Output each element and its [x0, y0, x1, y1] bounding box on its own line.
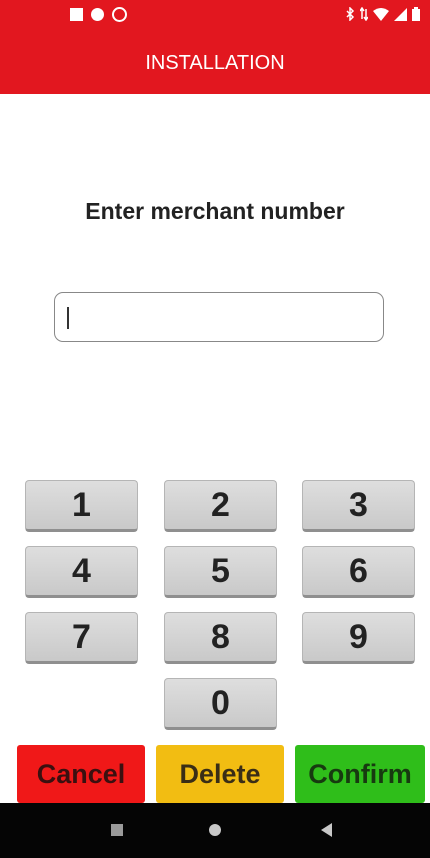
delete-button[interactable]: Delete: [156, 745, 284, 803]
key-9[interactable]: 9: [302, 612, 415, 664]
key-3[interactable]: 3: [302, 480, 415, 532]
key-1[interactable]: 1: [25, 480, 138, 532]
app-header: INSTALLATION: [0, 32, 430, 94]
key-6[interactable]: 6: [302, 546, 415, 598]
key-7[interactable]: 7: [25, 612, 138, 664]
status-right-icons: [346, 7, 420, 21]
sync-circle-icon: [112, 7, 127, 22]
confirm-button[interactable]: Confirm: [295, 745, 425, 803]
key-2[interactable]: 2: [164, 480, 277, 532]
page-title: INSTALLATION: [145, 51, 285, 74]
back-triangle-icon[interactable]: [306, 803, 346, 858]
wifi-icon: [373, 7, 389, 21]
battery-icon: [412, 7, 420, 21]
media-circle-icon: [91, 8, 104, 21]
signal-icon: [394, 7, 407, 21]
home-circle-icon[interactable]: [195, 803, 235, 858]
recents-square-icon[interactable]: [97, 803, 137, 858]
bluetooth-icon: [346, 7, 355, 21]
cancel-button[interactable]: Cancel: [17, 745, 145, 803]
text-cursor: [67, 307, 69, 329]
status-left-icons: [70, 7, 127, 22]
key-8[interactable]: 8: [164, 612, 277, 664]
key-5[interactable]: 5: [164, 546, 277, 598]
key-4[interactable]: 4: [25, 546, 138, 598]
data-arrows-icon: [360, 7, 368, 21]
status-bar: [0, 0, 430, 32]
notification-square-icon: [70, 8, 83, 21]
key-0[interactable]: 0: [164, 678, 277, 730]
navigation-bar: [0, 803, 430, 858]
merchant-number-input[interactable]: [54, 292, 384, 342]
merchant-number-prompt: Enter merchant number: [85, 198, 345, 224]
